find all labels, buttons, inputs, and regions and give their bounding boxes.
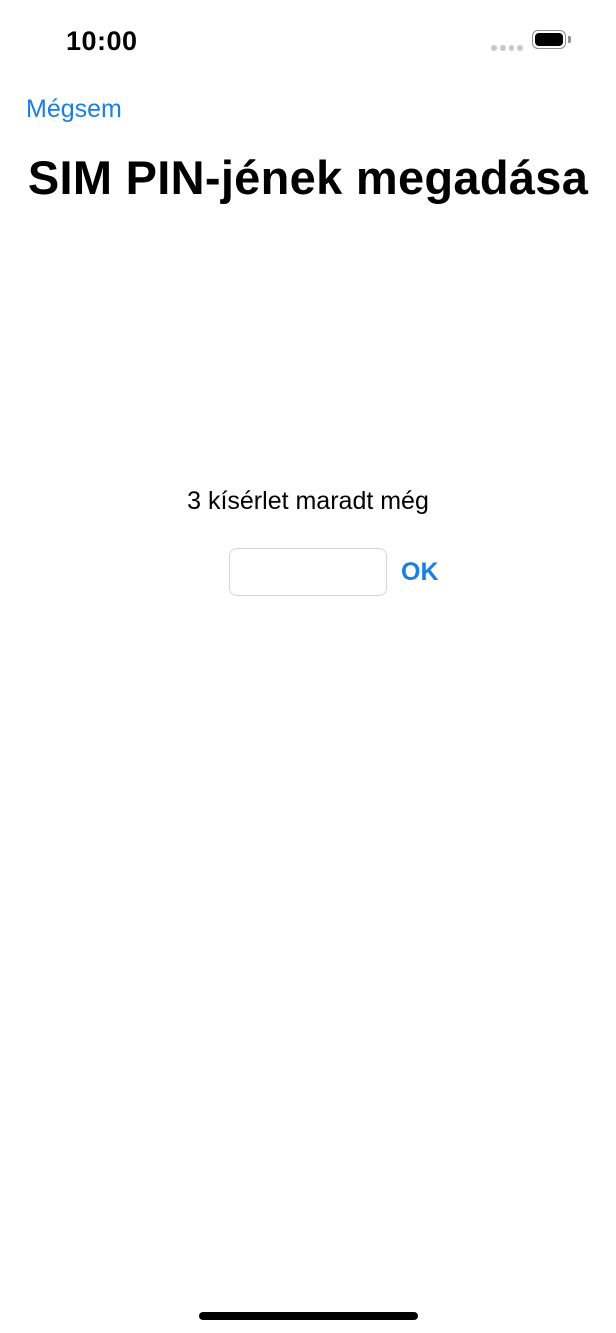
status-time: 10:00 — [66, 26, 138, 56]
battery-cap — [568, 36, 571, 43]
signal-dot — [508, 45, 515, 51]
battery-body — [532, 30, 566, 49]
pin-entry-row: OK — [229, 548, 439, 596]
signal-dot — [491, 45, 497, 51]
page-title: SIM PIN-jének megadása — [27, 151, 589, 204]
attempts-remaining-text: 3 kísérlet maradt még — [187, 487, 429, 515]
cellular-signal-dots-icon — [491, 45, 523, 51]
cancel-button[interactable]: Mégsem — [26, 93, 122, 125]
battery-fill — [535, 33, 563, 46]
sim-pin-input[interactable] — [229, 548, 387, 596]
ok-button[interactable]: OK — [401, 558, 439, 587]
battery-full-icon — [532, 30, 572, 51]
signal-dot — [499, 45, 506, 51]
status-bar: 10:00 — [0, 0, 616, 80]
home-indicator[interactable] — [199, 1312, 418, 1320]
signal-dot — [517, 45, 523, 51]
